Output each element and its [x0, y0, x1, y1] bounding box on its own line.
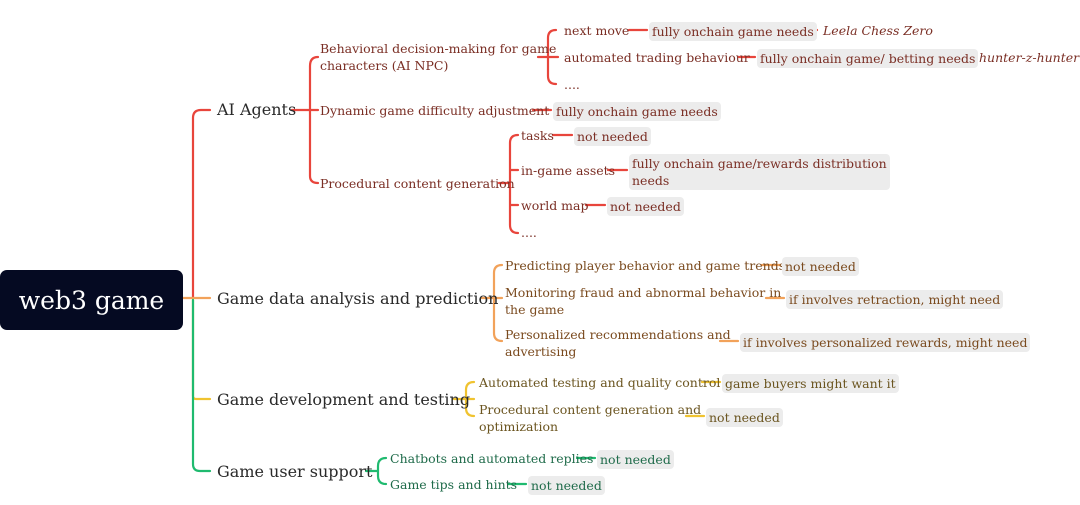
node-fraud[interactable]: Monitoring fraud and abnormal behavior i…	[505, 284, 781, 318]
node-ellipsis-1[interactable]: ....	[564, 76, 580, 93]
node-next-move-need[interactable]: fully onchain game needs	[649, 22, 817, 41]
branch-dev-testing[interactable]: Game development and testing	[217, 391, 470, 408]
node-assets-need-line1: fully onchain game/rewards distribution	[632, 156, 887, 171]
root-node[interactable]: web3 game	[0, 270, 183, 330]
ai-bracket	[308, 55, 320, 185]
node-world-map[interactable]: world map	[521, 197, 588, 214]
node-automated-testing-need[interactable]: game buyers might want it	[722, 374, 899, 393]
node-next-move[interactable]: next move	[564, 22, 629, 39]
node-procedural-opt[interactable]: Procedural content generation and optimi…	[479, 401, 701, 435]
node-personalized-need[interactable]: if involves personalized rewards, might …	[740, 333, 1031, 352]
node-ellipsis-2[interactable]: ....	[521, 224, 537, 241]
node-chatbots-need[interactable]: not needed	[597, 450, 674, 469]
node-fraud-line2: the game	[505, 302, 565, 317]
node-fraud-need[interactable]: if involves retraction, might need	[786, 290, 1004, 309]
node-personalized-line2: advertising	[505, 344, 577, 359]
node-personalized-line1: Personalized recommendations and	[505, 327, 731, 342]
node-automated-testing[interactable]: Automated testing and quality control	[479, 374, 720, 391]
node-tasks[interactable]: tasks	[521, 127, 554, 144]
branch-user-support[interactable]: Game user support	[217, 463, 372, 480]
node-world-map-need[interactable]: not needed	[607, 197, 684, 216]
node-next-move-example[interactable]: Leela Chess Zero	[823, 22, 933, 39]
trunk-yellow	[191, 298, 212, 401]
node-difficulty[interactable]: Dynamic game difficulty adjustment	[320, 102, 549, 119]
root-label: web3 game	[18, 285, 165, 315]
branch-data-analysis[interactable]: Game data analysis and prediction	[217, 290, 498, 307]
node-difficulty-need[interactable]: fully onchain game needs	[553, 102, 721, 121]
node-procedural-opt-line2: optimization	[479, 419, 559, 434]
node-trading-need[interactable]: fully onchain game/ betting needs	[757, 49, 979, 68]
node-assets-need-line2: needs	[632, 173, 670, 188]
branch-ai-agents[interactable]: AI Agents	[217, 101, 296, 118]
trunk-red	[191, 108, 212, 300]
node-procedural-opt-need[interactable]: not needed	[706, 408, 783, 427]
node-trading[interactable]: automated trading behaviour	[564, 49, 750, 66]
node-fraud-line1: Monitoring fraud and abnormal behavior i…	[505, 285, 782, 300]
node-tips-need[interactable]: not needed	[528, 476, 605, 495]
node-procedural[interactable]: Procedural content generation	[320, 175, 515, 192]
trunk-green	[191, 298, 212, 473]
node-assets[interactable]: in-game assets	[521, 162, 615, 179]
node-ai-npc[interactable]: Behavioral decision-making for game char…	[320, 40, 556, 74]
node-procedural-opt-line1: Procedural content generation and	[479, 402, 702, 417]
node-predicting[interactable]: Predicting player behavior and game tren…	[505, 257, 785, 274]
node-chatbots[interactable]: Chatbots and automated replies	[390, 450, 593, 467]
node-trading-example[interactable]: hunter-z-hunter	[979, 49, 1079, 66]
node-ai-npc-line2: characters (AI NPC)	[320, 58, 449, 73]
node-predicting-need[interactable]: not needed	[782, 257, 859, 276]
node-tasks-need[interactable]: not needed	[574, 127, 651, 146]
node-tips[interactable]: Game tips and hints	[390, 476, 517, 493]
node-assets-need[interactable]: fully onchain game/rewards distribution …	[629, 154, 890, 190]
node-ai-npc-line1: Behavioral decision-making for game	[320, 41, 557, 56]
node-personalized[interactable]: Personalized recommendations and adverti…	[505, 326, 731, 360]
